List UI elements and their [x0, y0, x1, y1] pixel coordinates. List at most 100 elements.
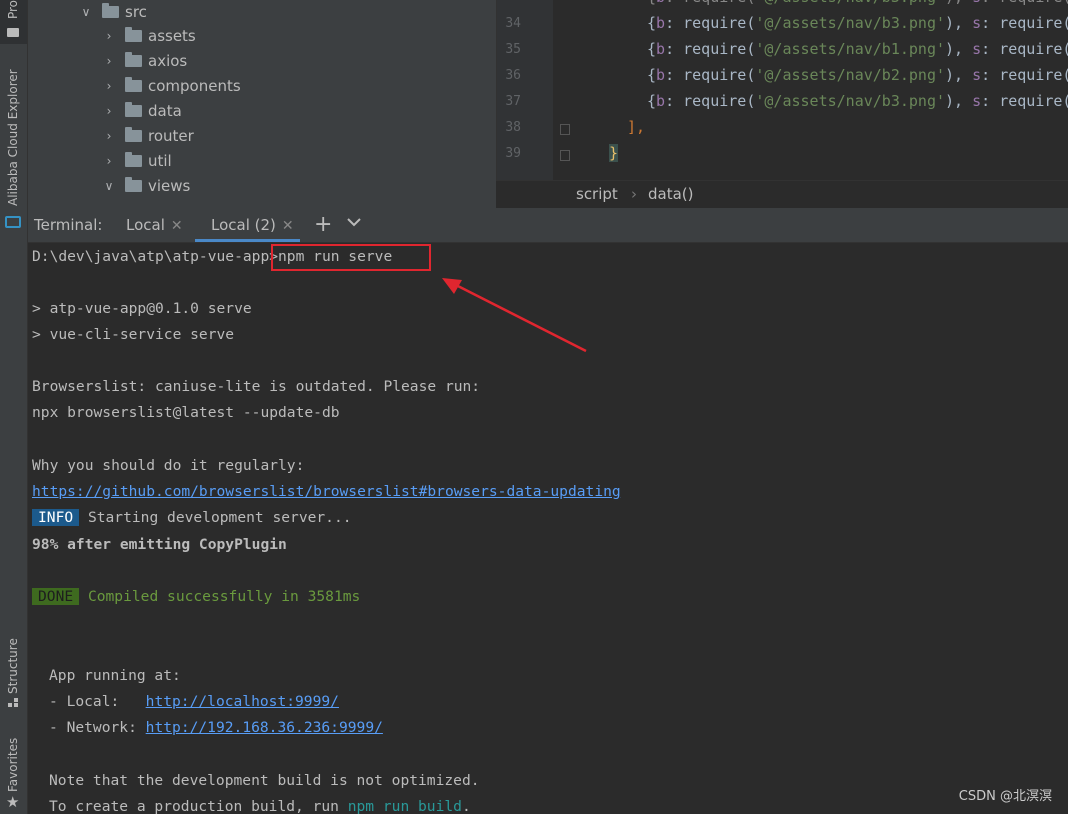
- local-url-link[interactable]: http://localhost:9999/: [146, 693, 339, 710]
- local-label: - Local:: [49, 693, 120, 710]
- tree-item-views[interactable]: ∨ views: [103, 174, 190, 198]
- tree-item-label: router: [148, 127, 194, 145]
- close-icon[interactable]: ✕: [282, 218, 294, 234]
- tree-item-label: util: [148, 152, 172, 170]
- fold-marker-icon[interactable]: [560, 124, 570, 135]
- folder-icon: [125, 177, 142, 192]
- folder-icon: [125, 27, 142, 42]
- code-editor[interactable]: 34 35 36 37 38 39 {b: require('@/assets/…: [496, 0, 1068, 180]
- terminal-line: 98% after emitting CopyPlugin: [32, 536, 287, 553]
- chevron-right-icon[interactable]: ›: [103, 24, 115, 48]
- folder-icon: [125, 152, 142, 167]
- line-number: 39: [505, 146, 521, 161]
- alibaba-cloud-explorer-button[interactable]: Alibaba Cloud Explorer: [1, 68, 27, 206]
- terminal-line: - Network: http://192.168.36.236:9999/: [49, 718, 383, 738]
- folder-icon: [125, 102, 142, 117]
- star-icon: ★: [6, 793, 20, 811]
- create-suffix: .: [461, 798, 471, 814]
- chevron-right-icon[interactable]: ›: [103, 49, 115, 73]
- terminal-line: To create a production build, run npm ru…: [49, 797, 471, 814]
- folder-icon: [102, 3, 119, 18]
- terminal-tab-bar: Terminal: Local ✕ Local (2) ✕ +: [28, 208, 1068, 243]
- project-tool-label: Pro: [6, 0, 20, 20]
- terminal-tab-local-2[interactable]: Local (2) ✕: [211, 216, 294, 234]
- create-prefix: To create a production build, run: [49, 798, 348, 814]
- favorites-tool-button[interactable]: Favorites: [1, 738, 27, 792]
- breadcrumb-item-data[interactable]: data(): [648, 185, 694, 203]
- fold-marker-icon[interactable]: [560, 150, 570, 161]
- close-icon[interactable]: ✕: [171, 218, 183, 234]
- tree-item-components[interactable]: › components: [103, 74, 241, 98]
- browserslist-docs-link[interactable]: https://github.com/browserslist/browsers…: [32, 482, 621, 502]
- command-highlight-box: [271, 244, 431, 271]
- chevron-right-icon[interactable]: ›: [103, 149, 115, 173]
- done-text: Compiled successfully in 3581ms: [87, 588, 361, 605]
- code-line: }: [609, 144, 619, 162]
- breadcrumb-separator-icon: ›: [631, 185, 637, 203]
- terminal-line: - Local: http://localhost:9999/: [49, 692, 339, 712]
- terminal-line: npx browserslist@latest --update-db: [32, 404, 340, 421]
- terminal-line: DONE Compiled successfully in 3581ms: [32, 587, 360, 607]
- line-number: 37: [505, 94, 521, 109]
- chevron-right-icon[interactable]: ›: [103, 99, 115, 123]
- tree-item-label: data: [148, 102, 182, 120]
- terminal-line: Note that the development build is not o…: [49, 772, 480, 789]
- tool-window-stripe: Pro Alibaba Cloud Explorer Structure Fav…: [0, 0, 28, 814]
- tree-item-src[interactable]: ∨ src: [80, 0, 147, 24]
- tree-item-label: views: [148, 177, 191, 195]
- folder-icon: [125, 52, 142, 67]
- line-number: 35: [505, 42, 521, 57]
- terminal-line: INFO Starting development server...: [32, 508, 352, 528]
- project-tree: ∨ src › assets › axios › components › da…: [28, 0, 496, 208]
- tab-label: Local (2): [211, 216, 276, 234]
- line-number: 38: [505, 120, 521, 135]
- chevron-right-icon[interactable]: ›: [103, 74, 115, 98]
- folder-icon: [125, 127, 142, 142]
- network-url-link[interactable]: http://192.168.36.236:9999/: [146, 719, 383, 736]
- terminal-prompt: D:\dev\java\atp\atp-vue-app>: [32, 248, 279, 265]
- code-line: {b: require('@/assets/nav/b3.png'), s: r…: [647, 14, 1068, 32]
- terminal-line: Why you should do it regularly:: [32, 457, 305, 474]
- code-line: {b: require('@/assets/nav/b1.png'), s: r…: [647, 40, 1068, 58]
- chevron-right-icon[interactable]: ›: [103, 124, 115, 148]
- network-label: - Network:: [49, 719, 137, 736]
- terminal-line: > atp-vue-app@0.1.0 serve: [32, 300, 252, 317]
- tree-item-label: axios: [148, 52, 188, 70]
- cloud-icon: [5, 216, 21, 228]
- line-number: 36: [505, 68, 521, 83]
- info-badge: INFO: [32, 509, 80, 526]
- chevron-down-icon[interactable]: ∨: [103, 174, 115, 198]
- code-line-partial: {b: require('@/assets/nav/b3.png'), s: r…: [647, 0, 1068, 6]
- structure-tool-button[interactable]: Structure: [1, 632, 27, 694]
- editor-breadcrumb: script › data(): [496, 180, 1068, 209]
- folder-icon: [7, 28, 19, 37]
- tree-item-data[interactable]: › data: [103, 99, 182, 123]
- structure-icon: [8, 698, 18, 708]
- line-number: 34: [505, 16, 521, 31]
- terminal-line: App running at:: [49, 667, 181, 684]
- tree-item-util[interactable]: › util: [103, 149, 172, 173]
- tree-item-axios[interactable]: › axios: [103, 49, 187, 73]
- active-tab-indicator: [195, 239, 300, 242]
- code-line: {b: require('@/assets/nav/b2.png'), s: r…: [647, 66, 1068, 84]
- annotation-arrow-icon: [442, 278, 587, 353]
- chevron-down-icon[interactable]: ∨: [80, 0, 92, 24]
- folder-icon: [125, 77, 142, 92]
- tree-item-label: assets: [148, 27, 196, 45]
- tab-label: Local: [126, 216, 165, 234]
- terminal-tab-local[interactable]: Local ✕: [126, 216, 183, 234]
- done-badge: DONE: [32, 588, 80, 605]
- terminal-line: Browserslist: caniuse-lite is outdated. …: [32, 378, 481, 395]
- new-terminal-button[interactable]: +: [314, 212, 332, 237]
- tree-item-router[interactable]: › router: [103, 124, 194, 148]
- terminal-dropdown-button[interactable]: [346, 214, 362, 234]
- code-line: {b: require('@/assets/nav/b3.png'), s: r…: [647, 92, 1068, 110]
- terminal-label: Terminal:: [34, 216, 103, 234]
- info-text: Starting development server...: [87, 509, 352, 526]
- project-tool-button[interactable]: Pro: [0, 0, 27, 44]
- tree-item-assets[interactable]: › assets: [103, 24, 196, 48]
- breadcrumb-item-script[interactable]: script: [576, 185, 618, 203]
- chevron-down-icon: [347, 218, 361, 227]
- tree-item-label: src: [125, 3, 147, 21]
- tree-item-label: components: [148, 77, 241, 95]
